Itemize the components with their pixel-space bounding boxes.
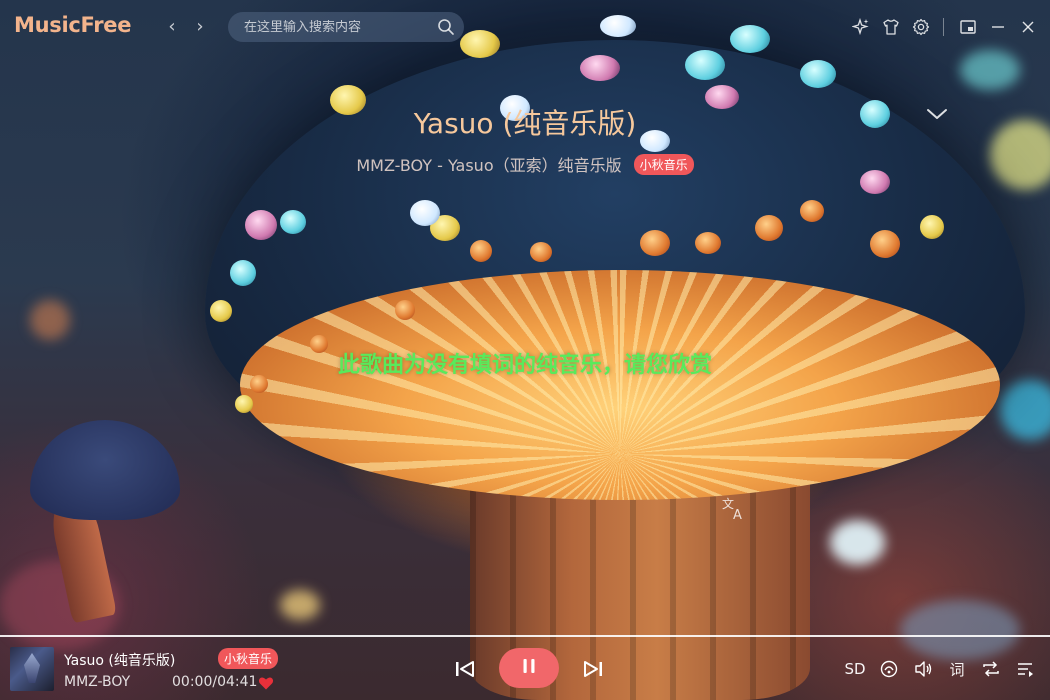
app-logo[interactable]: MusicFree [14,13,131,37]
player-song-title[interactable]: Yasuo (纯音乐版) [64,650,175,670]
skip-next-icon[interactable] [582,659,604,679]
sparkle-icon[interactable] [849,15,873,39]
volume-icon[interactable] [910,657,936,681]
album-cover[interactable] [10,647,54,691]
theme-shirt-icon[interactable] [879,15,903,39]
skip-previous-icon[interactable] [454,659,476,679]
search-input[interactable] [244,19,434,35]
back-button[interactable]: ‹ [162,16,182,38]
current-lyric: 此歌曲为没有填词的纯音乐，请您欣赏 [337,353,712,378]
chevron-right-icon: › [196,16,204,37]
minimize-icon[interactable] [986,15,1010,39]
svg-text:A: A [733,508,742,522]
heart-icon[interactable] [258,675,274,691]
search-bar [228,12,464,42]
song-title: Yasuo (纯音乐版) [413,107,637,140]
window-controls [843,15,1040,39]
sound-effect-icon[interactable] [876,657,902,681]
settings-gear-icon[interactable] [909,15,933,39]
playlist-icon[interactable] [1012,657,1038,681]
pause-button[interactable] [499,648,559,688]
close-icon[interactable] [1016,15,1040,39]
collapse-chevron-down-icon[interactable] [924,102,950,126]
search-icon[interactable] [437,18,455,36]
pause-icon [520,657,538,679]
song-subtitle-row: MMZ-BOY - Yasuo（亚索）纯音乐版 小秋音乐 [0,152,1050,176]
player-artist[interactable]: MMZ-BOY [64,674,130,690]
song-subtitle: MMZ-BOY - Yasuo（亚索）纯音乐版 [356,156,622,175]
quality-button[interactable]: SD [842,657,868,681]
repeat-mode-icon[interactable] [978,657,1004,681]
player-source-badge: 小秋音乐 [218,648,279,669]
title-bar: MusicFree ‹ › [0,0,1050,54]
forward-button[interactable]: › [190,16,210,38]
lyric-toggle-button[interactable]: 词 [944,657,970,681]
translate-icon[interactable]: 文 A [720,494,748,523]
toolbar-divider [943,18,944,36]
player-time: 00:00/04:41 [172,674,258,690]
mini-mode-icon[interactable] [956,15,980,39]
chevron-left-icon: ‹ [168,16,176,37]
player-bar: Yasuo (纯音乐版) 小秋音乐 MMZ-BOY 00:00/04:41 SD… [0,637,1050,700]
source-badge: 小秋音乐 [633,153,694,175]
player-options: SD 词 [834,657,1038,681]
